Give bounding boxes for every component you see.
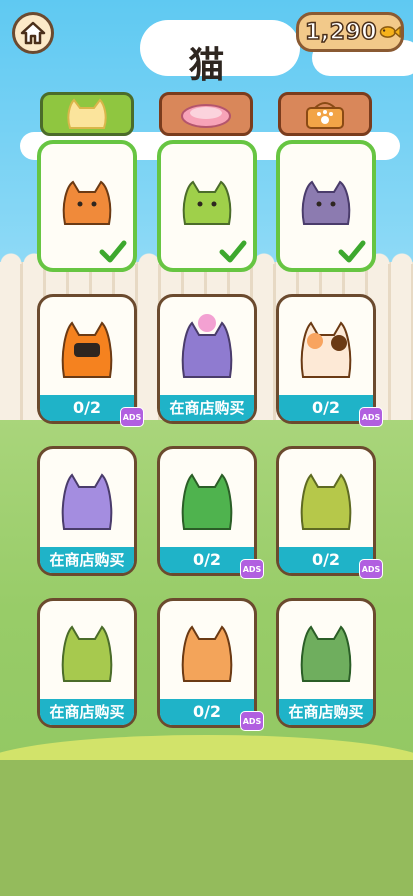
paw-basket-icon	[306, 102, 344, 129]
buy-in-store-label: 在商店购买	[40, 699, 134, 725]
checkmark-icon	[99, 240, 127, 263]
ads-badge[interactable]: ADS	[240, 559, 264, 579]
owned-cat-card[interactable]	[157, 140, 257, 272]
cat-image	[172, 465, 242, 547]
cat-face-icon	[67, 98, 107, 129]
cat-image	[291, 617, 361, 699]
ads-badge[interactable]: ADS	[240, 711, 264, 731]
cat-image	[291, 465, 361, 547]
cat-image	[52, 465, 122, 547]
cat-card[interactable]: 0/2 ADS	[276, 294, 383, 427]
owned-cat-card[interactable]	[37, 140, 137, 272]
cat-card[interactable]: 0/2 ADS	[37, 294, 144, 427]
tab-beds[interactable]	[159, 92, 253, 136]
buy-in-store-label: 在商店购买	[160, 395, 254, 421]
cat-image	[291, 313, 361, 395]
page-title: 猫	[188, 45, 225, 86]
checkmark-icon	[219, 240, 247, 263]
cat-card[interactable]: 0/2 ADS	[157, 446, 264, 579]
cat-image	[52, 313, 122, 395]
cat-card[interactable]: 在商店购买	[37, 446, 137, 576]
cat-image	[172, 313, 242, 395]
checkmark-icon	[338, 240, 366, 263]
cat-bed-icon	[181, 104, 231, 128]
tab-cats[interactable]	[40, 92, 134, 136]
cat-image	[55, 174, 119, 242]
ads-badge[interactable]: ADS	[359, 407, 383, 427]
cat-image	[175, 174, 239, 242]
buy-in-store-label: 在商店购买	[40, 547, 134, 573]
ads-badge[interactable]: ADS	[359, 559, 383, 579]
cat-image	[294, 174, 358, 242]
green-ground	[0, 760, 413, 896]
buy-in-store-label: 在商店购买	[279, 699, 373, 725]
cat-image	[172, 617, 242, 699]
cat-card[interactable]: 在商店购买	[37, 598, 137, 728]
cat-card[interactable]: 在商店购买	[157, 294, 257, 424]
cat-card[interactable]: 0/2 ADS	[157, 598, 264, 731]
cat-image	[52, 617, 122, 699]
tab-baskets[interactable]	[278, 92, 372, 136]
ads-badge[interactable]: ADS	[120, 407, 144, 427]
owned-cat-card[interactable]	[276, 140, 376, 272]
cat-card[interactable]: 在商店购买	[276, 598, 376, 728]
cat-card[interactable]: 0/2 ADS	[276, 446, 383, 579]
